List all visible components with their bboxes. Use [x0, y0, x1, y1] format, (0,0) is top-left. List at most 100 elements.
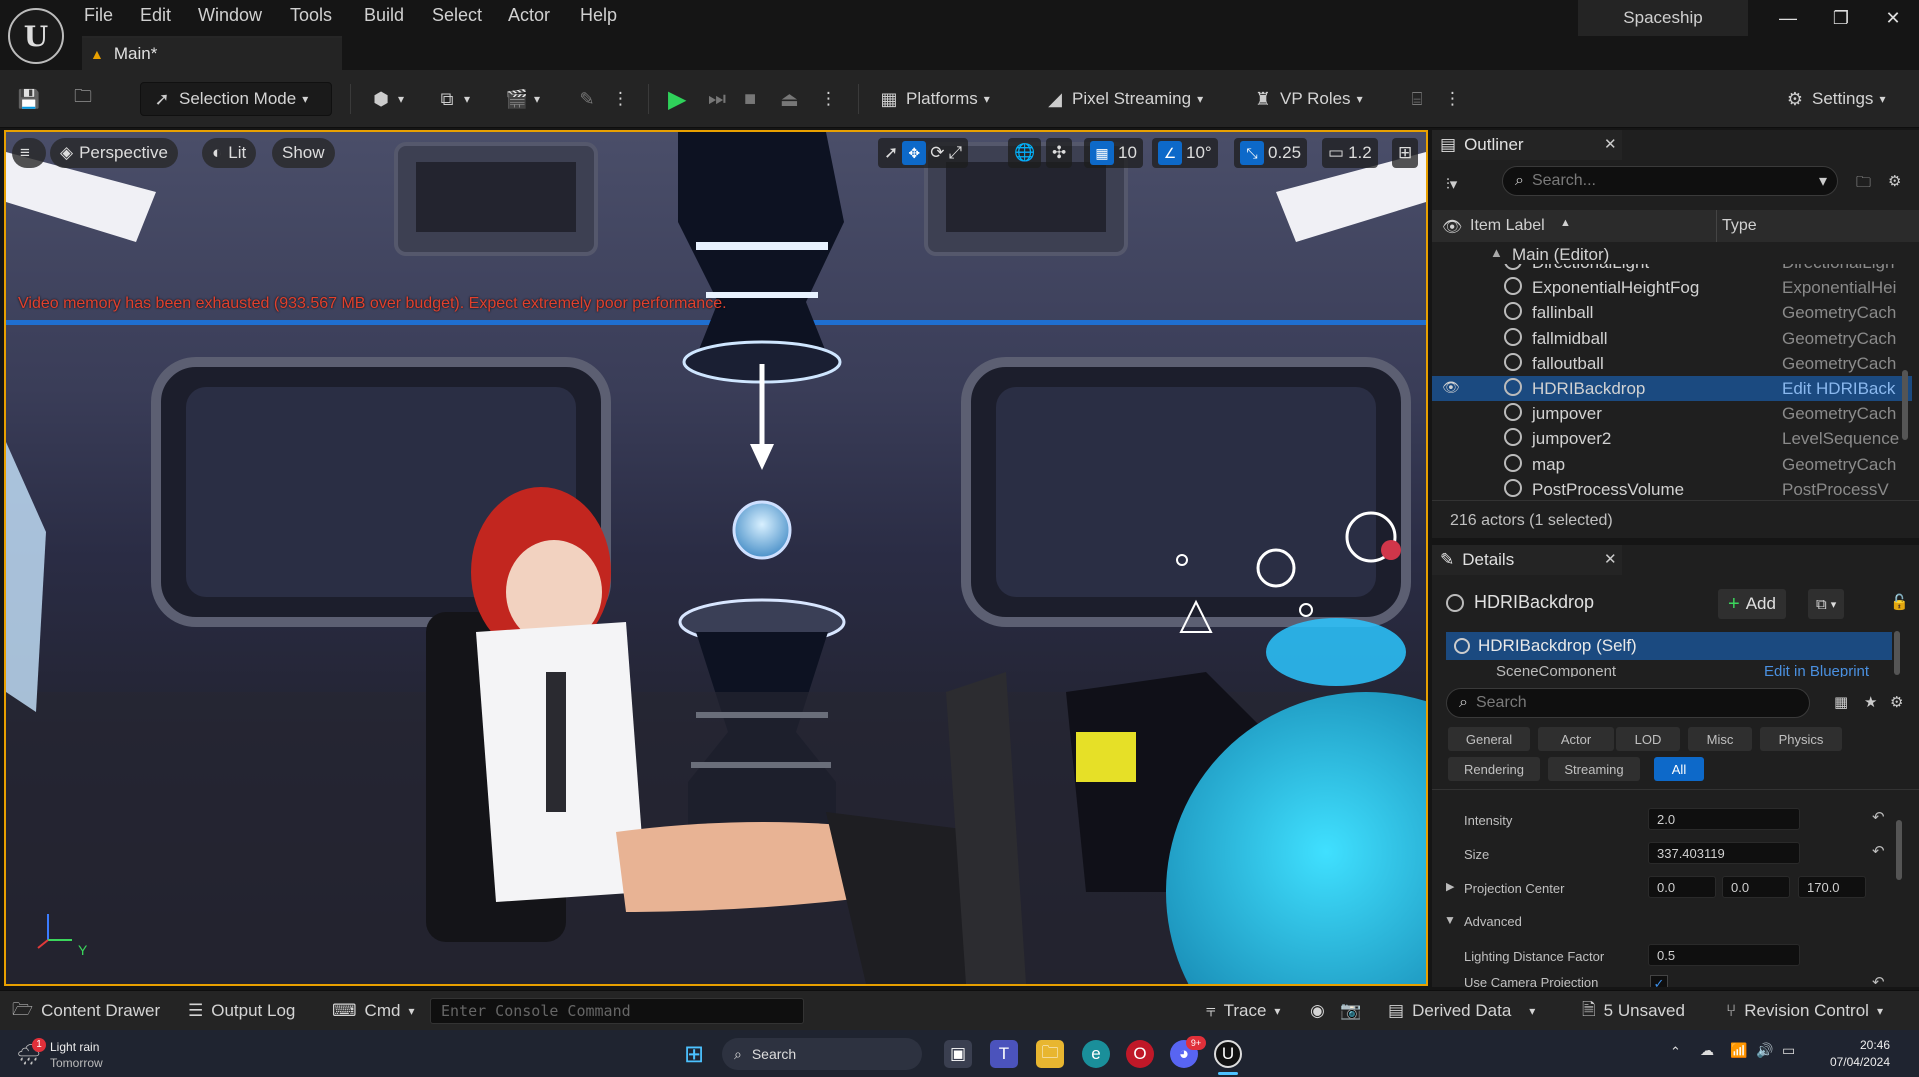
details-scrollbar[interactable]: [1896, 820, 1902, 880]
add-actor-button[interactable]: ⬢ ▾: [370, 82, 404, 116]
level-viewport[interactable]: ≡ ◈ Perspective ◐ Lit Show ➚ ✥ ⟳ ⤢ 🌐 ✣ ▦ 10…: [4, 130, 1428, 986]
teams-icon[interactable]: T: [990, 1040, 1018, 1068]
reset-intensity-icon[interactable]: ↶: [1872, 808, 1885, 826]
reset-camera-projection-icon[interactable]: ↶: [1872, 973, 1885, 987]
modes-button[interactable]: ✎: [576, 82, 598, 116]
lit-button[interactable]: ◐ Lit: [202, 138, 257, 168]
components-scrollbar[interactable]: [1894, 631, 1900, 675]
outliner-row[interactable]: PostProcessVolume PostProcessV: [1432, 477, 1912, 498]
viewport-menu-button[interactable]: ≡: [12, 138, 46, 168]
trace-dropdown[interactable]: ⫧ Trace ▾: [1206, 991, 1280, 1031]
content-drawer-button[interactable]: 🗁 Content Drawer: [12, 991, 160, 1031]
vr-button[interactable]: ⌸: [1406, 82, 1428, 116]
browse-button[interactable]: 🗀: [72, 82, 94, 116]
outliner-row[interactable]: map GeometryCach: [1432, 452, 1912, 477]
show-button[interactable]: Show: [272, 138, 335, 168]
filter-dropdown[interactable]: ⫶▾: [1446, 175, 1457, 193]
more-tools-button[interactable]: ⋮: [1444, 82, 1461, 116]
menu-file[interactable]: File: [76, 4, 121, 26]
use-camera-projection-checkbox[interactable]: ✓: [1650, 975, 1668, 987]
derived-data-dropdown[interactable]: ▤ Derived Data ▾: [1388, 991, 1535, 1031]
outliner-row[interactable]: DirectionalLight DirectionalLigh: [1432, 264, 1912, 275]
outliner-row[interactable]: ExponentialHeightFog ExponentialHei: [1432, 275, 1912, 300]
opera-icon[interactable]: O: [1126, 1040, 1154, 1068]
category-lod[interactable]: LOD: [1616, 727, 1680, 751]
pixel-streaming-dropdown[interactable]: ◢ Pixel Streaming ▾: [1044, 82, 1203, 116]
details-close-icon[interactable]: ✕: [1604, 550, 1617, 568]
minimize-button[interactable]: —: [1773, 8, 1803, 29]
menu-actor[interactable]: Actor: [500, 4, 558, 26]
details-tab[interactable]: ✎ Details: [1432, 545, 1622, 575]
category-actor[interactable]: Actor: [1538, 727, 1614, 751]
outliner-row-type[interactable]: Edit HDRIBack: [1782, 379, 1900, 399]
tray-chevron-up-icon[interactable]: ⌃: [1670, 1044, 1681, 1060]
grid-snap-button[interactable]: ▦ 10: [1084, 138, 1143, 168]
record-button[interactable]: ◉: [1310, 991, 1325, 1031]
category-all[interactable]: All: [1654, 757, 1704, 781]
scene-component-row[interactable]: SceneComponent Edit in Blueprint: [1446, 663, 1892, 677]
edge-icon[interactable]: e: [1082, 1040, 1110, 1068]
cinematics-button[interactable]: 🎬 ▾: [506, 82, 540, 116]
screenshot-button[interactable]: 📷: [1340, 991, 1361, 1031]
rotation-snap-button[interactable]: ∠ 10°: [1152, 138, 1218, 168]
item-label-header[interactable]: Item Label: [1470, 217, 1545, 235]
play-button[interactable]: ▶: [668, 82, 686, 116]
close-window-button[interactable]: ✕: [1878, 8, 1908, 29]
outliner-close-icon[interactable]: ✕: [1604, 135, 1617, 153]
viewport-layout-button[interactable]: ⊞: [1392, 138, 1419, 168]
category-general[interactable]: General: [1448, 727, 1530, 751]
lock-icon[interactable]: 🔓: [1890, 593, 1909, 611]
menu-help[interactable]: Help: [572, 4, 625, 26]
camera-speed-button[interactable]: ▭ 1.2: [1322, 138, 1378, 168]
menu-build[interactable]: Build: [356, 4, 412, 26]
task-view-icon[interactable]: ▣: [944, 1040, 972, 1068]
output-log-button[interactable]: ☰ Output Log: [188, 991, 295, 1031]
outliner-scrollbar[interactable]: [1902, 370, 1908, 440]
expand-arrow-icon[interactable]: ▶: [1446, 880, 1454, 893]
collapse-arrow-icon[interactable]: ▼: [1444, 913, 1456, 927]
console-command-input[interactable]: Enter Console Command: [430, 998, 804, 1024]
blueprint-options-dropdown[interactable]: ⧉ ▾: [1808, 589, 1845, 619]
battery-icon[interactable]: ▭: [1782, 1042, 1795, 1059]
visibility-eye-icon[interactable]: 👁: [1442, 217, 1462, 237]
outliner-row[interactable]: falloutball GeometryCach: [1432, 351, 1912, 376]
category-rendering[interactable]: Rendering: [1448, 757, 1540, 781]
volume-icon[interactable]: 🔊: [1756, 1042, 1773, 1059]
details-settings-icon[interactable]: ⚙: [1890, 693, 1903, 711]
eject-button[interactable]: ⏏: [780, 82, 799, 116]
projection-center-x[interactable]: 0.0: [1648, 876, 1716, 898]
translate-icon[interactable]: ✥: [902, 141, 927, 165]
outliner-row[interactable]: fallinball GeometryCach: [1432, 300, 1912, 325]
rotate-icon[interactable]: ⟳: [930, 143, 944, 163]
size-input[interactable]: 337.403119: [1648, 842, 1800, 864]
details-search-input[interactable]: ⌕ Search: [1446, 688, 1810, 718]
add-folder-icon[interactable]: 🗀: [1856, 172, 1871, 197]
menu-select[interactable]: Select: [424, 4, 490, 26]
revision-control-dropdown[interactable]: ⑂ Revision Control ▾: [1726, 991, 1883, 1031]
tab-main-level[interactable]: ▲ Main*: [82, 36, 342, 70]
perspective-button[interactable]: ◈ Perspective: [50, 138, 178, 168]
outliner-row[interactable]: 👁 HDRIBackdrop Edit HDRIBack: [1432, 376, 1912, 401]
projection-center-z[interactable]: 170.0: [1798, 876, 1866, 898]
menu-window[interactable]: Window: [190, 4, 270, 26]
menu-edit[interactable]: Edit: [132, 4, 179, 26]
vp-roles-dropdown[interactable]: ♜ VP Roles ▾: [1252, 82, 1363, 116]
visibility-eye-icon[interactable]: 👁: [1442, 379, 1460, 396]
clock-time[interactable]: 20:46: [1836, 1038, 1890, 1052]
more-options-button[interactable]: ⋮: [612, 82, 629, 116]
category-streaming[interactable]: Streaming: [1548, 757, 1640, 781]
stop-button[interactable]: ■: [744, 82, 756, 116]
self-component-row[interactable]: HDRIBackdrop (Self): [1446, 632, 1892, 660]
outliner-row[interactable]: fallmidball GeometryCach: [1432, 326, 1912, 351]
clock-date[interactable]: 07/04/2024: [1818, 1055, 1890, 1069]
scale-snap-button[interactable]: ⤡ 0.25: [1234, 138, 1308, 168]
add-component-button[interactable]: + Add: [1718, 589, 1786, 619]
type-header[interactable]: Type: [1722, 217, 1757, 235]
outliner-row[interactable]: jumpover2 LevelSequence: [1432, 426, 1912, 451]
unreal-taskbar-icon[interactable]: U: [1214, 1040, 1242, 1068]
tree-root-row[interactable]: ▲ Main (Editor): [1432, 244, 1912, 264]
lighting-distance-factor-input[interactable]: 0.5: [1648, 944, 1800, 966]
property-matrix-icon[interactable]: ▦: [1834, 693, 1848, 711]
restore-button[interactable]: ❐: [1826, 8, 1856, 29]
category-misc[interactable]: Misc: [1688, 727, 1752, 751]
